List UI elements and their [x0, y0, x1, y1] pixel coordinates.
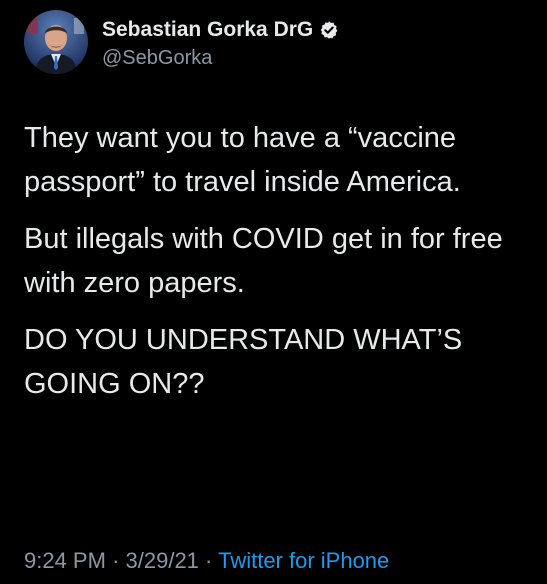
tweet-metadata: 9:24 PM · 3/29/21 · Twitter for iPhone — [24, 548, 389, 574]
tweet-paragraph-1: They want you to have a “vaccine passpor… — [24, 122, 461, 198]
verified-badge-icon — [319, 20, 339, 40]
separator: · — [205, 548, 213, 573]
name-row: Sebastian Gorka DrG — [102, 15, 339, 45]
tweet-time[interactable]: 9:24 PM — [24, 548, 106, 573]
author-names: Sebastian Gorka DrG @SebGorka — [102, 15, 339, 70]
tweet-paragraph-2: But illegals with COVID get in for free … — [24, 223, 503, 299]
separator: · — [112, 548, 120, 573]
avatar[interactable] — [24, 10, 88, 74]
profile-photo-icon — [24, 10, 88, 74]
tweet-header: Sebastian Gorka DrG @SebGorka — [24, 6, 339, 78]
tweet-text: They want you to have a “vaccine passpor… — [24, 116, 529, 419]
tweet-paragraph-3: DO YOU UNDERSTAND WHAT’S GOING ON?? — [24, 324, 463, 400]
tweet-date[interactable]: 3/29/21 — [126, 548, 199, 573]
tweet: Sebastian Gorka DrG @SebGorka They want … — [0, 0, 547, 584]
author-handle[interactable]: @SebGorka — [102, 47, 339, 70]
display-name[interactable]: Sebastian Gorka DrG — [102, 18, 313, 42]
tweet-source-link[interactable]: Twitter for iPhone — [218, 548, 389, 573]
